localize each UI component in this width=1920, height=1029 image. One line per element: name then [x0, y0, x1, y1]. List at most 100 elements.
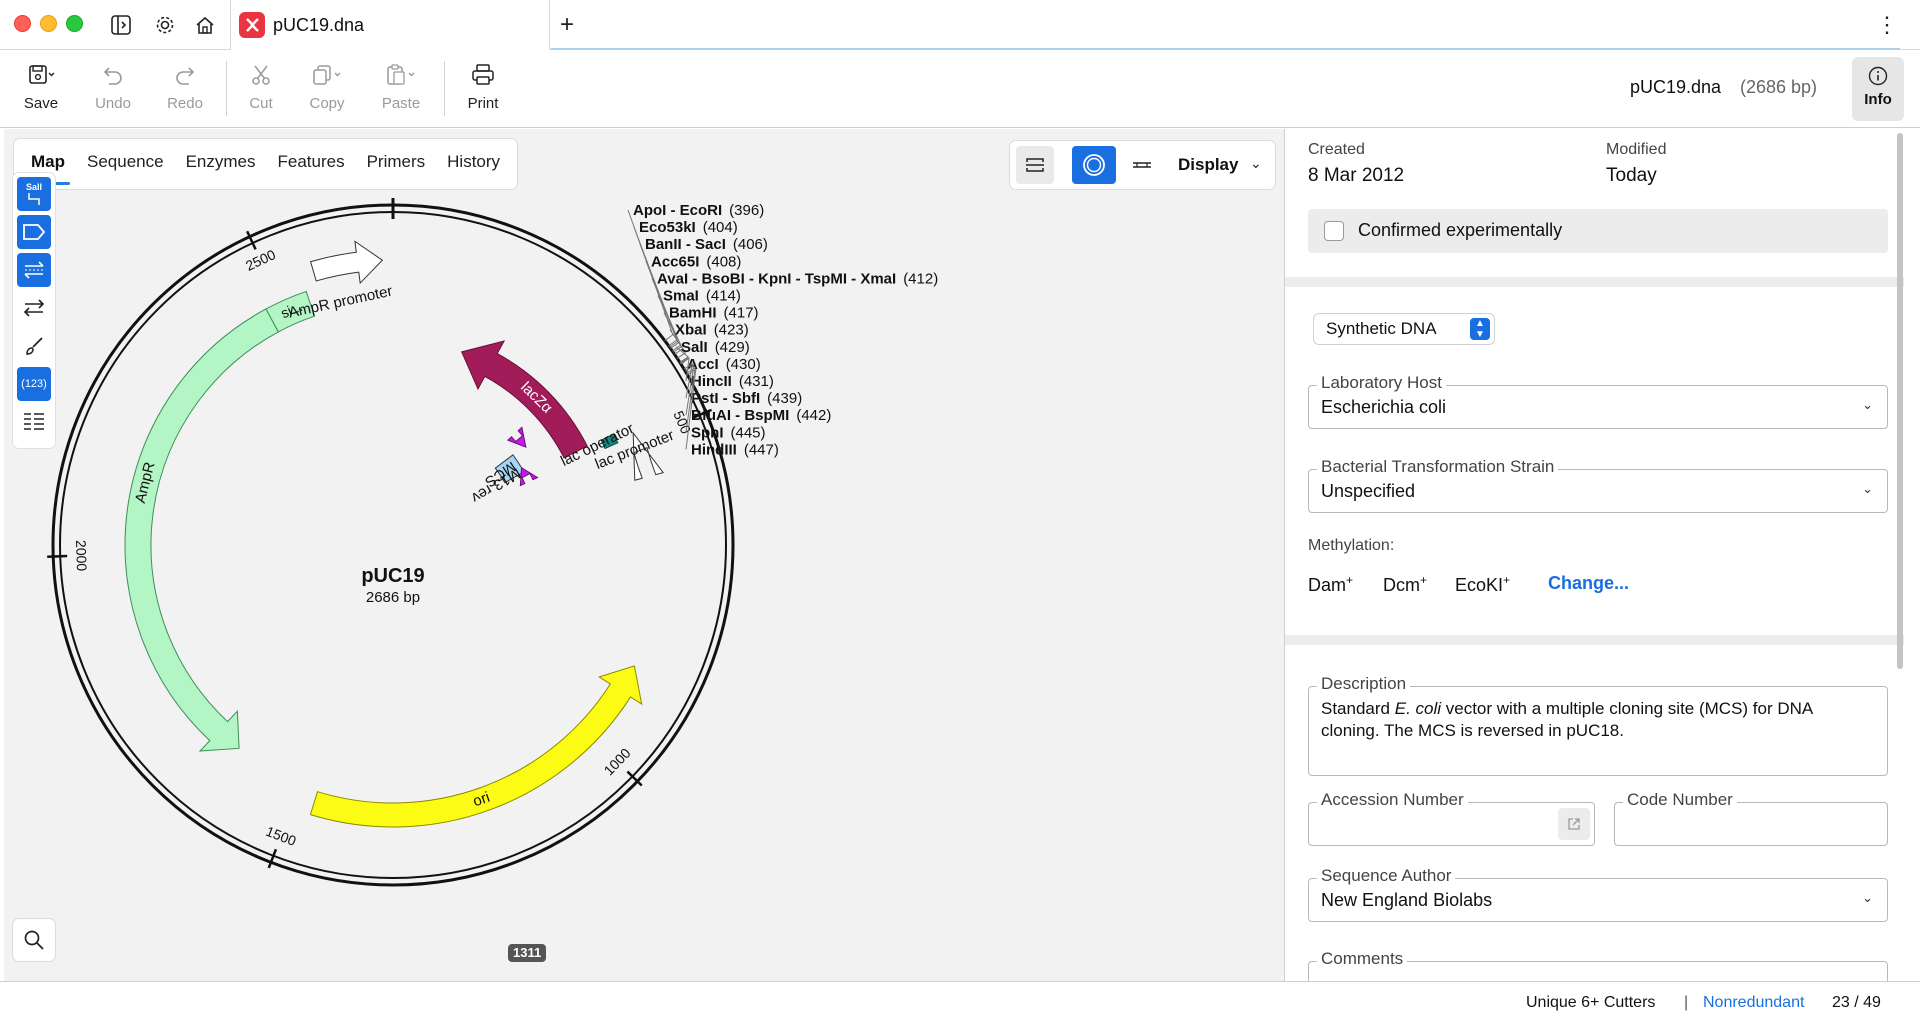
cut-label: Cut [249, 95, 273, 112]
show-numbers-toggle[interactable]: (123) [17, 367, 51, 401]
description-field[interactable]: Description Standard E. coli vector with… [1308, 674, 1888, 776]
title-bar: pUC19.dna + ⋮ [0, 0, 1920, 51]
comments-field[interactable]: Comments [1308, 949, 1888, 981]
paste-label: Paste [381, 95, 421, 112]
enzyme-position: (417) [724, 305, 759, 322]
tab-sequence[interactable]: Sequence [76, 139, 175, 189]
show-orfs-toggle[interactable] [17, 291, 51, 325]
enzyme-name[interactable]: BanII - SacI [645, 236, 726, 253]
colors-toggle[interactable] [17, 329, 51, 363]
zoom-window-button[interactable] [66, 15, 83, 32]
tab-title: pUC19.dna [273, 15, 365, 35]
home-icon[interactable] [192, 12, 218, 38]
new-tab-button[interactable]: + [560, 12, 574, 38]
gear-icon[interactable] [152, 12, 178, 38]
enzyme-name[interactable]: BfuAI - BspMI [691, 407, 789, 424]
methylation-sign: + [1346, 573, 1354, 587]
backbone-inner [59, 211, 727, 879]
description-text-part: Standard [1321, 699, 1395, 718]
molecule-type-select[interactable]: Synthetic DNA ▲ ▼ [1314, 314, 1494, 344]
enzyme-name[interactable]: SmaI [663, 288, 699, 305]
enzyme-name[interactable]: ApoI - EcoRI [633, 202, 722, 219]
plasmid-map[interactable]: 5001000150020002500 lacZαoriAmpRsi...Amp… [4, 129, 1284, 981]
enzyme-position: (431) [739, 373, 774, 390]
minimize-window-button[interactable] [40, 15, 57, 32]
sidebar-toggle-icon[interactable] [108, 12, 134, 38]
enzyme-position: (442) [796, 407, 831, 424]
confirmed-label[interactable]: Confirmed experimentally [1358, 220, 1562, 241]
laboratory-host-select[interactable]: Laboratory Host Escherichia coli ⌄ [1308, 373, 1888, 429]
chevron-down-icon[interactable]: ⌄ [1250, 155, 1262, 172]
cursor-position-badge: 1311 [508, 944, 547, 962]
external-link-button[interactable] [1558, 808, 1590, 840]
info-scrollbar[interactable] [1897, 133, 1903, 669]
tab-primers[interactable]: Primers [356, 139, 437, 189]
enzyme-label: BfuAI - BspMI (442) [691, 407, 831, 424]
transformation-strain-label: Bacterial Transformation Strain [1317, 457, 1559, 477]
tick-label: 2500 [243, 246, 278, 274]
enzyme-name[interactable]: AvaI - BsoBI - KpnI - TspMI - XmaI [657, 270, 896, 287]
search-button[interactable] [13, 919, 55, 961]
enzyme-label: PstI - SbfI (439) [691, 390, 802, 407]
redo-button[interactable]: Redo [150, 59, 220, 119]
accession-number-field[interactable]: Accession Number [1308, 790, 1595, 846]
enzyme-name[interactable]: PstI - SbfI [691, 390, 760, 407]
undo-button[interactable]: Undo [78, 59, 148, 119]
info-button[interactable]: Info [1852, 57, 1904, 121]
backbone-outer [51, 203, 735, 887]
enzyme-position: (447) [744, 441, 779, 458]
more-menu-button[interactable]: ⋮ [1876, 12, 1898, 38]
enzyme-position: (429) [715, 339, 750, 356]
legend-toggle[interactable] [17, 405, 51, 439]
display-menu-label[interactable]: Display [1178, 155, 1238, 175]
sequence-view-button[interactable] [1128, 153, 1156, 177]
copy-button[interactable]: Copy [292, 59, 362, 119]
enzyme-set-label[interactable]: Unique 6+ Cutters [1526, 994, 1655, 1012]
close-window-button[interactable] [14, 15, 31, 32]
enzyme-name[interactable]: HindIII [691, 441, 737, 458]
methylation-dcm: Dcm+ [1383, 573, 1427, 596]
info-label: Info [1864, 91, 1892, 108]
enzyme-count: 23 / 49 [1832, 994, 1881, 1011]
enzyme-name[interactable]: XbaI [675, 322, 707, 339]
enzyme-name[interactable]: SalI [681, 339, 708, 356]
tab-history[interactable]: History [436, 139, 511, 189]
file-size: (2686 bp) [1740, 77, 1818, 97]
feature-arrow-icon [23, 224, 46, 240]
tab-enzymes[interactable]: Enzymes [175, 139, 267, 189]
nonredundant-link[interactable]: Nonredundant [1703, 994, 1804, 1012]
save-button[interactable]: Save [6, 59, 76, 119]
linear-view-button[interactable] [1016, 146, 1054, 184]
methylation-name: Dcm [1383, 575, 1420, 595]
enzyme-name[interactable]: HincII [691, 373, 732, 390]
created-value: 8 Mar 2012 [1308, 165, 1405, 186]
show-primers-toggle[interactable] [17, 253, 51, 287]
description-organism: E. coli [1394, 699, 1442, 718]
sequence-author-select[interactable]: Sequence Author New England Biolabs ⌄ [1308, 866, 1888, 922]
paste-button[interactable]: Paste [366, 59, 436, 119]
change-methylation-link[interactable]: Change... [1548, 573, 1629, 594]
circular-view-button[interactable] [1072, 146, 1116, 184]
status-bar: Unique 6+ Cutters | Nonredundant 23 / 49 [0, 981, 1920, 1029]
print-button[interactable]: Print [448, 59, 518, 119]
modified-value: Today [1606, 165, 1657, 186]
show-enzymes-toggle[interactable]: SalI [17, 177, 51, 211]
save-label: Save [23, 95, 59, 112]
cut-button[interactable]: Cut [226, 59, 296, 119]
transformation-strain-select[interactable]: Bacterial Transformation Strain Unspecif… [1308, 457, 1888, 513]
chevron-down-icon: ⌄ [1862, 397, 1873, 412]
tick-mark [47, 554, 68, 558]
document-tab[interactable]: pUC19.dna [230, 0, 550, 51]
show-features-toggle[interactable] [17, 215, 51, 249]
confirmed-checkbox[interactable] [1324, 221, 1344, 241]
sequence-author-value: New England Biolabs [1321, 890, 1493, 910]
section-divider [1285, 635, 1904, 645]
enzyme-name[interactable]: Acc65I [651, 253, 699, 270]
enzyme-name[interactable]: Eco53kI [639, 219, 696, 236]
feature-ampr [124, 308, 280, 752]
enzyme-name[interactable]: BamHI [669, 305, 717, 322]
chevron-down-icon: ⌄ [1862, 890, 1873, 905]
enzyme-name[interactable]: SphI [691, 424, 724, 441]
tab-features[interactable]: Features [267, 139, 356, 189]
code-number-field[interactable]: Code Number [1614, 790, 1888, 846]
